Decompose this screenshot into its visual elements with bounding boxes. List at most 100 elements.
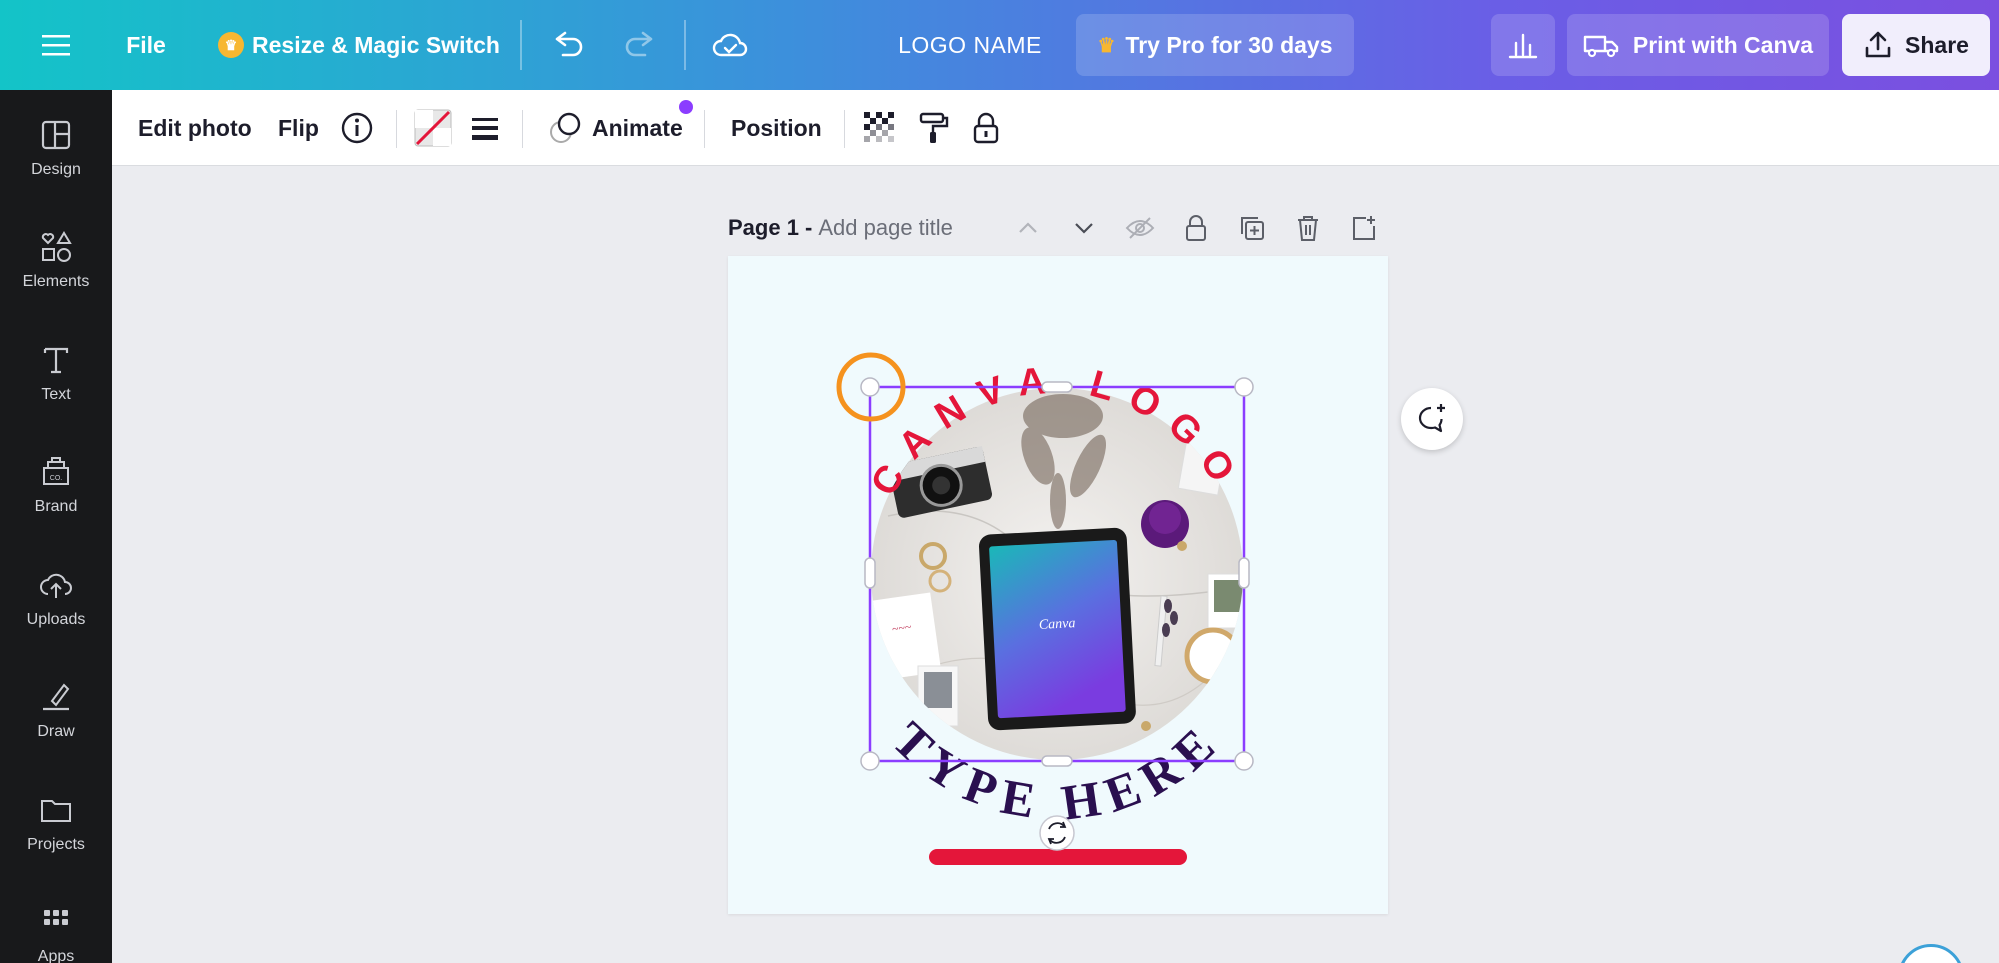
duplicate-icon (1241, 217, 1264, 240)
divider (520, 20, 522, 70)
copy-style-button[interactable] (918, 104, 950, 152)
divider (396, 110, 397, 148)
chevron-up-icon (1019, 222, 1037, 233)
file-menu-button[interactable]: File (112, 14, 180, 76)
undo-icon (555, 31, 583, 57)
truck-icon (1583, 35, 1619, 58)
position-button[interactable]: Position (731, 104, 822, 152)
logo-artwork[interactable]: ~~~ Canva CANVA LOGO TYPE HERE (728, 256, 1388, 914)
upload-cloud-icon (40, 573, 72, 598)
border-style-button[interactable] (470, 104, 500, 152)
sidebar-item-draw[interactable]: Draw (0, 660, 112, 760)
redo-button[interactable] (612, 14, 668, 76)
resize-handle[interactable] (864, 557, 876, 589)
page-title-input[interactable]: Add page title (818, 215, 953, 241)
undo-button[interactable] (540, 14, 596, 76)
transparency-icon (864, 112, 894, 142)
upload-icon (1865, 31, 1891, 58)
eye-off-icon (1125, 217, 1155, 239)
design-canvas[interactable]: ~~~ Canva CANVA LOGO TYPE HERE (728, 256, 1388, 914)
resize-handle[interactable] (1234, 377, 1254, 397)
animate-button[interactable]: Animate (548, 100, 693, 152)
sidebar-item-apps[interactable]: Apps (0, 885, 112, 963)
sidebar-item-projects[interactable]: Projects (0, 773, 112, 873)
resize-handle[interactable] (1041, 381, 1073, 393)
context-toolbar: Edit photo Flip Animate Position (112, 90, 1999, 166)
sidebar-item-label: Uploads (26, 611, 86, 628)
sidebar-item-label: Design (31, 161, 81, 178)
add-page-button[interactable] (1346, 210, 1382, 246)
crown-icon: ♛ (218, 32, 244, 58)
red-accent-bar[interactable] (929, 849, 1187, 865)
sidebar-item-label: Draw (37, 723, 75, 740)
move-page-up-button[interactable] (1010, 210, 1046, 246)
border-color-button[interactable] (414, 104, 452, 152)
sidebar-item-text[interactable]: Text (0, 323, 112, 423)
try-pro-button[interactable]: ♛ Try Pro for 30 days (1076, 14, 1354, 76)
duplicate-page-button[interactable] (1234, 210, 1270, 246)
main-menu-button[interactable] (28, 14, 84, 76)
lock-icon (973, 112, 999, 144)
layout-icon (41, 120, 71, 150)
border-weight-icon (472, 118, 498, 140)
divider (704, 110, 705, 148)
svg-text:CO.: CO. (50, 475, 63, 482)
resize-handle[interactable] (860, 377, 880, 397)
sidebar-item-design[interactable]: Design (0, 98, 112, 198)
brand-icon: CO. (43, 457, 69, 485)
svg-text:~~~: ~~~ (891, 619, 913, 636)
apps-grid-icon (44, 910, 68, 925)
tablet-screen-text: Canva (1039, 616, 1076, 633)
help-button[interactable] (1898, 944, 1964, 963)
no-color-swatch-icon (414, 109, 452, 147)
save-status-button[interactable] (702, 14, 758, 76)
resize-handle[interactable] (860, 751, 880, 771)
page-number: Page 1 - (728, 215, 813, 240)
share-label: Share (1905, 31, 1969, 58)
hide-page-button[interactable] (1122, 210, 1158, 246)
sidebar-item-label: Text (41, 386, 71, 403)
share-button[interactable]: Share (1842, 14, 1990, 76)
move-page-down-button[interactable] (1066, 210, 1102, 246)
flip-button[interactable]: Flip (278, 104, 319, 152)
hamburger-icon (42, 35, 70, 56)
sidebar-item-brand[interactable]: CO. Brand (0, 435, 112, 535)
info-icon (341, 112, 373, 144)
top-bar: File ♛ Resize & Magic Switch LOGO NAME ♛… (0, 0, 1999, 90)
lock-button[interactable] (972, 104, 1000, 152)
new-badge-dot (678, 100, 693, 114)
folder-icon (41, 800, 71, 822)
transparency-button[interactable] (864, 104, 896, 152)
resize-button[interactable]: ♛ Resize & Magic Switch (214, 14, 504, 76)
bar-chart-icon (1508, 33, 1538, 59)
insights-button[interactable] (1491, 14, 1555, 76)
design-title[interactable]: LOGO NAME (890, 14, 1050, 76)
sidebar-item-label: Apps (37, 948, 75, 963)
lock-page-button[interactable] (1178, 210, 1214, 246)
cloud-check-icon (712, 33, 748, 57)
comment-plus-icon (1418, 404, 1445, 433)
info-button[interactable] (340, 104, 374, 152)
edit-photo-button[interactable]: Edit photo (138, 104, 252, 152)
redo-icon (625, 31, 653, 57)
sidebar-item-label: Brand (34, 498, 78, 515)
add-comment-button[interactable] (1401, 388, 1463, 450)
rotate-handle[interactable] (1039, 815, 1075, 851)
delete-page-button[interactable] (1290, 210, 1326, 246)
animate-icon (550, 112, 581, 143)
sidebar-item-elements[interactable]: Elements (0, 210, 112, 310)
sidebar-item-uploads[interactable]: Uploads (0, 548, 112, 648)
try-pro-label: Try Pro for 30 days (1125, 31, 1333, 58)
sidebar: Design Elements Text CO. Brand Uploads D… (0, 90, 112, 963)
resize-handle[interactable] (1238, 557, 1250, 589)
resize-handle[interactable] (1041, 755, 1073, 767)
text-icon (43, 347, 69, 374)
resize-handle[interactable] (1234, 751, 1254, 771)
shapes-icon (41, 231, 72, 262)
resize-label: Resize & Magic Switch (252, 31, 500, 58)
print-button[interactable]: Print with Canva (1567, 14, 1829, 76)
crown-icon: ♛ (1097, 34, 1116, 57)
chevron-down-icon (1075, 223, 1093, 234)
lock-icon (1186, 215, 1206, 241)
paint-roller-icon (919, 112, 949, 143)
